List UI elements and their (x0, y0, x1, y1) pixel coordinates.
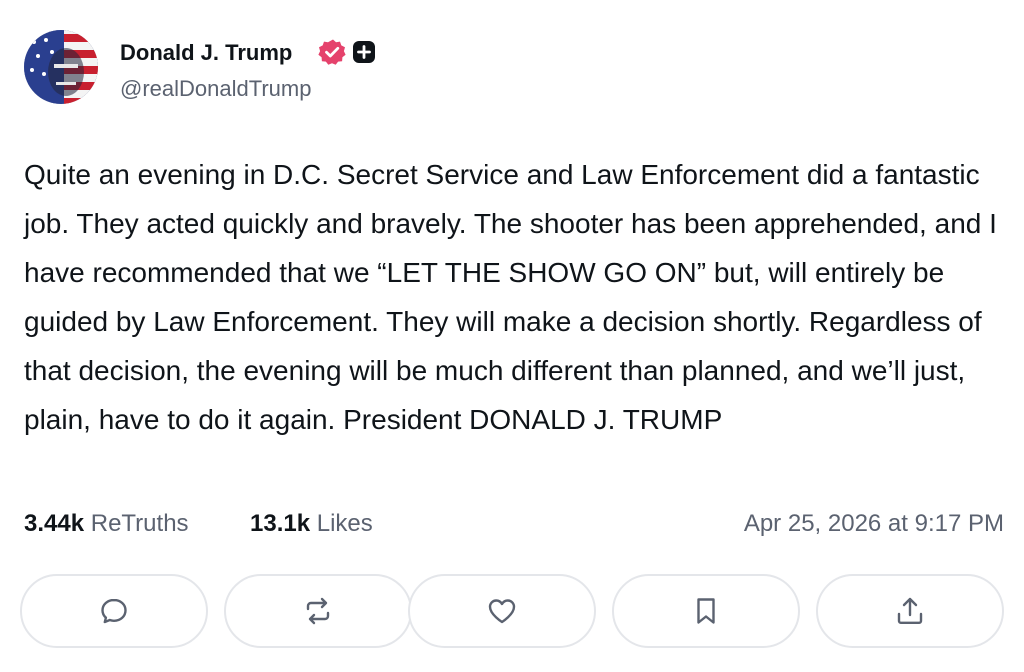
plus-badge-icon (353, 41, 375, 63)
bookmark-icon (697, 598, 715, 624)
likes-label: Likes (316, 510, 373, 537)
user-handle[interactable]: @realDonaldTrump (120, 76, 311, 102)
likes-stat[interactable]: 13.1k Likes (250, 510, 373, 538)
verified-badge-icon (318, 39, 346, 65)
share-upload-icon (897, 597, 923, 624)
like-button[interactable] (408, 574, 596, 648)
avatar[interactable] (24, 30, 98, 104)
post-stats: 3.44k ReTruths 13.1k Likes Apr 25, 2026 … (24, 510, 1004, 544)
likes-count: 13.1k (250, 510, 311, 537)
retruths-stat[interactable]: 3.44k ReTruths (24, 510, 189, 538)
retruth-button[interactable] (224, 574, 412, 648)
post-header: Donald J. Trump @realDonaldTrump (24, 30, 1004, 106)
repost-arrows-icon (306, 597, 330, 625)
post-text: Quite an evening in D.C. Secret Service … (24, 159, 997, 435)
share-button[interactable] (816, 574, 1004, 648)
avatar-image (24, 30, 98, 104)
action-bar (20, 574, 1004, 648)
reply-button[interactable] (20, 574, 208, 648)
heart-icon (488, 599, 516, 624)
post-timestamp: Apr 25, 2026 at 9:17 PM (743, 510, 1004, 537)
bookmark-button[interactable] (612, 574, 800, 648)
speech-bubble-icon (101, 598, 127, 624)
retruths-label: ReTruths (90, 510, 189, 537)
display-name[interactable]: Donald J. Trump (120, 40, 292, 66)
retruths-count: 3.44k (24, 510, 85, 537)
